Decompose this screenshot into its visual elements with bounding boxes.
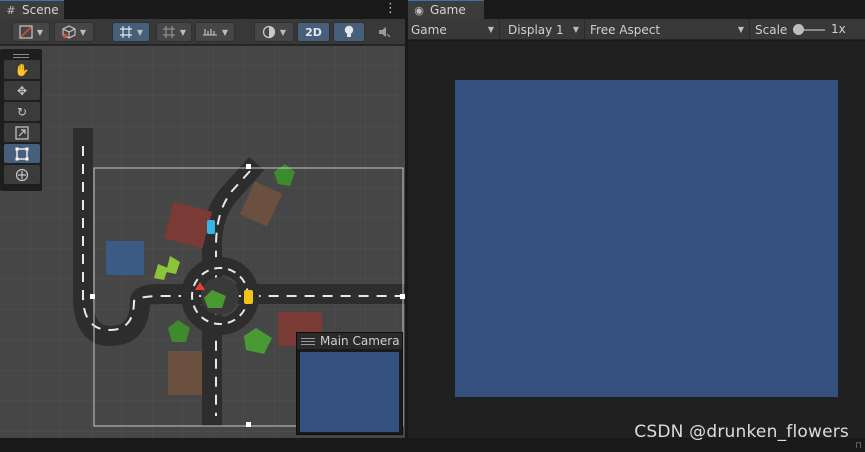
- scale-value: 1x: [831, 22, 846, 36]
- lighting-toggle-button[interactable]: [333, 22, 365, 42]
- speaker-muted-icon: [379, 27, 391, 38]
- chevron-down-icon: ▼: [221, 27, 229, 37]
- hand-icon: ✋: [14, 62, 30, 77]
- sphere-icon: [262, 25, 276, 39]
- watermark: CSDN @drunken_flowers: [634, 422, 849, 442]
- building-blue: [106, 241, 144, 275]
- game-toolbar: Game ▼ Display 1 ▼ Free Aspect ▼ Scale 1…: [408, 19, 865, 40]
- rotate-icon: ↻: [16, 104, 28, 119]
- chevron-down-icon: ▼: [36, 27, 44, 37]
- grid-snap-button[interactable]: ▼: [112, 22, 150, 42]
- grid-icon: #: [6, 3, 16, 17]
- more-options-icon[interactable]: ⋮: [384, 1, 397, 16]
- drag-handle[interactable]: [2, 51, 40, 60]
- rect-transform-icon: [15, 147, 29, 160]
- ruler-icon: [202, 29, 217, 36]
- chevron-down-icon: ▼: [279, 27, 287, 37]
- move-tool-button[interactable]: ✥: [4, 81, 40, 100]
- camera-preview-header[interactable]: Main Camera: [297, 333, 402, 349]
- car-yellow: [244, 290, 253, 304]
- display-dropdown[interactable]: Display 1 ▼: [505, 19, 585, 40]
- lightbulb-icon: [344, 25, 354, 37]
- scale-tool-button[interactable]: [4, 123, 40, 142]
- tool-palette: ✋ ✥ ↻: [0, 49, 42, 191]
- scene-toolbar: ▼ ▼ ▼ ▼ ▼ ▼ 2D: [0, 19, 405, 45]
- tab-game[interactable]: ◉ Game: [408, 0, 484, 19]
- display-mode-dropdown[interactable]: Game ▼: [408, 19, 500, 40]
- gamepad-icon: ◉: [414, 3, 424, 17]
- audio-toggle-button[interactable]: [369, 22, 399, 42]
- scene-tabbar: # Scene ⋮: [0, 0, 405, 19]
- camera-preview-view: [300, 352, 399, 432]
- hand-tool-button[interactable]: ✋: [4, 60, 40, 79]
- snap-grid-icon: [162, 26, 175, 38]
- drag-handle-icon: [301, 337, 315, 345]
- chevron-down-icon: ▼: [136, 27, 144, 37]
- display-label: Display 1: [508, 22, 564, 37]
- lock-icon: ⊓: [854, 441, 862, 451]
- car-blue: [207, 220, 215, 234]
- unity-editor: # Scene ⋮ ▼ ▼ ▼ ▼ ▼ ▼ 2D ✋ ✥ ↻ Main Came…: [0, 0, 865, 452]
- rotate-tool-button[interactable]: ↻: [4, 102, 40, 121]
- game-panel: ◉ Game Game ▼ Display 1 ▼ Free Aspect ▼ …: [408, 0, 865, 438]
- transform-tool-button[interactable]: [4, 165, 40, 184]
- shading-mode-button[interactable]: ▼: [54, 22, 94, 42]
- tab-scene[interactable]: # Scene: [0, 0, 64, 19]
- chevron-down-icon: ▼: [179, 27, 187, 37]
- display-mode-label: Game: [411, 22, 447, 37]
- camera-preview: Main Camera: [296, 332, 403, 435]
- ruler-snap-button[interactable]: ▼: [195, 22, 235, 42]
- grid-snap-icon: [119, 26, 132, 38]
- chevron-down-icon: ▼: [487, 25, 494, 34]
- game-tabbar: ◉ Game: [408, 0, 865, 19]
- scale-slider-handle[interactable]: [793, 24, 804, 35]
- game-view-area: [408, 41, 865, 438]
- scale-label: Scale: [755, 22, 788, 37]
- transform-icon: [15, 168, 29, 181]
- tab-game-label: Game: [430, 3, 466, 17]
- rect-tool-button[interactable]: [4, 144, 40, 163]
- chevron-down-icon: ▼: [572, 25, 579, 34]
- toggle-2d-button[interactable]: 2D: [297, 22, 330, 42]
- move-icon: ✥: [16, 83, 28, 98]
- scene-panel: # Scene ⋮ ▼ ▼ ▼ ▼ ▼ ▼ 2D ✋ ✥ ↻ Main Came…: [0, 0, 405, 438]
- cube-icon: [62, 25, 76, 39]
- tab-scene-label: Scene: [22, 3, 59, 17]
- camera-preview-title: Main Camera: [320, 334, 400, 348]
- target-icon: [19, 25, 33, 39]
- draw-mode-button[interactable]: ▼: [12, 22, 50, 42]
- game-view[interactable]: [455, 80, 838, 397]
- chevron-down-icon: ▼: [737, 25, 744, 34]
- aspect-dropdown[interactable]: Free Aspect ▼: [587, 19, 750, 40]
- increment-snap-button[interactable]: ▼: [156, 22, 192, 42]
- scale-control: Scale 1x: [755, 19, 846, 40]
- aspect-label: Free Aspect: [590, 22, 661, 37]
- chevron-down-icon: ▼: [79, 27, 87, 37]
- building-brown-2: [168, 351, 202, 395]
- render-mode-button[interactable]: ▼: [254, 22, 294, 42]
- scale-icon: [15, 125, 29, 140]
